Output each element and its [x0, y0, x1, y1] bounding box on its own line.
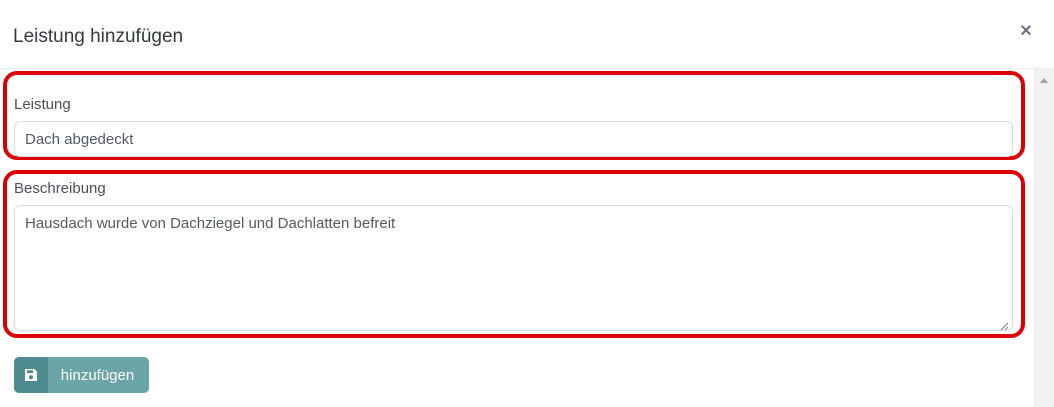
- save-icon: [14, 357, 48, 393]
- leistung-label: Leistung: [14, 96, 71, 113]
- leistung-input[interactable]: [14, 121, 1013, 157]
- close-button[interactable]: ×: [1015, 20, 1037, 42]
- resize-grip-icon[interactable]: [999, 321, 1009, 331]
- beschreibung-label: Beschreibung: [14, 180, 106, 197]
- header-divider: [0, 68, 1054, 69]
- scroll-up-arrow-icon[interactable]: [1040, 78, 1048, 83]
- add-button[interactable]: hinzufügen: [14, 357, 149, 393]
- modal-title: Leistung hinzufügen: [13, 26, 184, 47]
- add-button-label: hinzufügen: [60, 366, 135, 384]
- scrollbar[interactable]: [1034, 69, 1054, 407]
- add-service-modal: Leistung hinzufügen × Leistung Beschreib…: [0, 0, 1054, 407]
- beschreibung-textarea[interactable]: Hausdach wurde von Dachziegel und Dachla…: [14, 205, 1013, 331]
